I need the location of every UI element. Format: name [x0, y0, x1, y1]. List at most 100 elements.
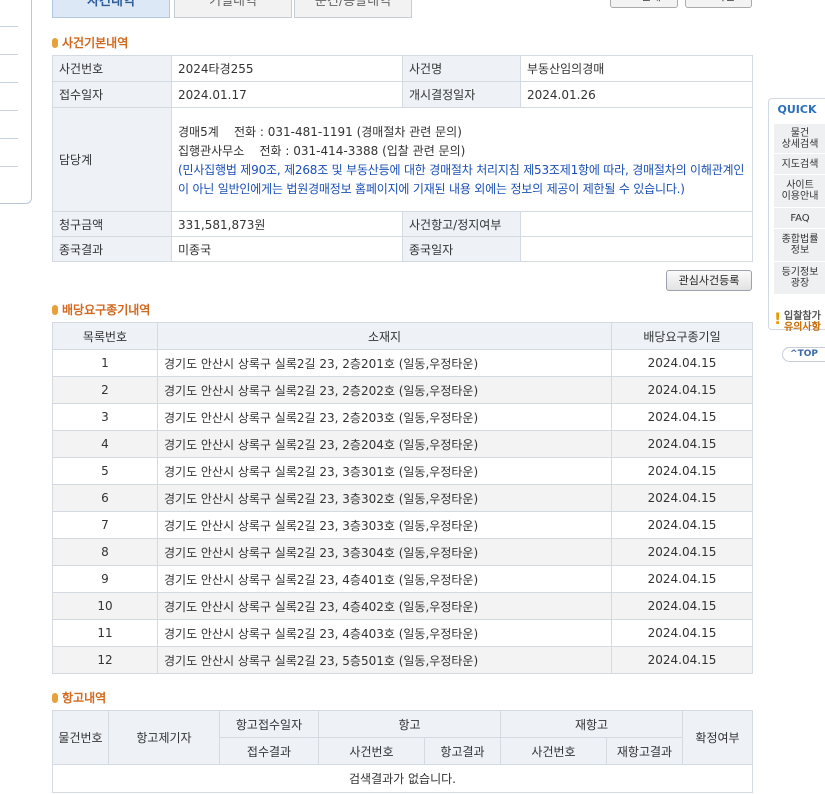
table-row: 5 경기도 안산시 상록구 실록2길 23, 3층301호 (일동,우정타운) 20… — [52, 457, 753, 485]
col-header-appeal-case-no: 사건번호 — [318, 737, 425, 765]
table-row: 8 경기도 안산시 상록구 실록2길 23, 3층304호 (일동,우정타운) 20… — [52, 538, 753, 566]
table-row: 3 경기도 안산시 상록구 실록2길 23, 2층203호 (일동,우정타운) 20… — [52, 403, 753, 431]
final-result-label: 종국결과 — [52, 236, 172, 262]
deadline: 2024.04.15 — [611, 646, 753, 674]
list-no: 2 — [52, 376, 158, 404]
list-no: 8 — [52, 538, 158, 566]
received-date-label: 접수일자 — [52, 81, 172, 108]
quick-item-legal-info[interactable]: 종합법률 정보 — [774, 229, 825, 262]
list-no: 7 — [52, 511, 158, 539]
col-header-receipt-date: 항고접수일자 — [219, 710, 319, 738]
nav-divider — [0, 82, 18, 83]
info-restriction-notice: (민사집행법 제90조, 제268조 및 부동산등에 대한 경매절차 처리지침 … — [178, 162, 745, 196]
case-name-value: 부동산임의경매 — [520, 55, 753, 82]
col-header-deadline: 배당요구종기일 — [611, 322, 753, 350]
col-header-receipt-result: 접수결과 — [219, 737, 319, 765]
dept-label: 담당계 — [52, 107, 172, 212]
nav-divider — [0, 166, 18, 167]
list-no: 10 — [52, 592, 158, 620]
dividend-table: 목록번호 소재지 배당요구종기일 1 경기도 안산시 상록구 실록2길 23, 2… — [52, 322, 753, 674]
exclamation-icon: ! — [774, 309, 782, 328]
section-title-text: 배당요구종기내역 — [62, 303, 151, 317]
section-title-dividend: 배당요구종기내역 — [52, 302, 150, 318]
quick-menu: QUICK 물건 상세검색 지도검색 사이트 이용안내 FAQ 종합법률 정보 … — [768, 98, 825, 330]
address: 경기도 안산시 상록구 실록2길 23, 2층204호 (일동,우정타운) — [157, 430, 612, 458]
bullet-icon — [52, 693, 58, 703]
notice-line-2: 유의사항 — [784, 322, 821, 333]
back-label: 이전 — [715, 0, 735, 3]
register-interest-button[interactable]: 관심사건등록 — [666, 270, 752, 291]
nav-divider — [0, 110, 18, 111]
deadline: 2024.04.15 — [611, 592, 753, 620]
tab-schedule[interactable]: 기일내역 — [174, 0, 292, 18]
tab-documents[interactable]: 문건/송달내역 — [294, 0, 412, 18]
final-date-value — [520, 236, 753, 262]
table-row: 12 경기도 안산시 상록구 실록2길 23, 5층501호 (일동,우정타운) 2… — [52, 646, 753, 674]
col-header-reappeal-case-no: 사건번호 — [500, 737, 607, 765]
section-title-text: 사건기본내역 — [62, 36, 129, 50]
deadline: 2024.04.15 — [611, 376, 753, 404]
final-date-label: 종국일자 — [402, 236, 521, 262]
start-date-label: 개시결정일자 — [402, 81, 521, 108]
address: 경기도 안산시 상록구 실록2길 23, 3층304호 (일동,우정타운) — [157, 538, 612, 566]
col-header-appeal-result: 항고결과 — [424, 737, 501, 765]
case-no-value: 2024타경255 — [171, 55, 403, 82]
start-date-value: 2024.01.26 — [520, 81, 753, 108]
address: 경기도 안산시 상록구 실록2길 23, 4층403호 (일동,우정타운) — [157, 619, 612, 647]
list-no: 5 — [52, 457, 158, 485]
quick-item-site-guide[interactable]: 사이트 이용안내 — [774, 175, 825, 208]
case-info-table: 사건번호 2024타경255 사건명 부동산임의경매 접수일자 2024.01.… — [52, 55, 753, 262]
dept-value: 경매5계 전화 : 031-481-1191 (경매절차 관련 문의) 집행관사… — [171, 107, 753, 212]
address: 경기도 안산시 상록구 실록2길 23, 5층501호 (일동,우정타운) — [157, 646, 612, 674]
scroll-top-button[interactable]: ^TOP — [782, 347, 825, 362]
table-row: 4 경기도 안산시 상록구 실록2길 23, 2층204호 (일동,우정타운) 20… — [52, 430, 753, 458]
address: 경기도 안산시 상록구 실록2길 23, 2층202호 (일동,우정타운) — [157, 376, 612, 404]
case-name-label: 사건명 — [402, 55, 521, 82]
table-row: 9 경기도 안산시 상록구 실록2길 23, 4층401호 (일동,우정타운) 20… — [52, 565, 753, 593]
col-header-reappeal-result: 재항고결과 — [606, 737, 683, 765]
table-row: 11 경기도 안산시 상록구 실록2길 23, 4층403호 (일동,우정타운) 2… — [52, 619, 753, 647]
quick-item-detail-search[interactable]: 물건 상세검색 — [774, 124, 825, 154]
deadline: 2024.04.15 — [611, 349, 753, 377]
list-no: 9 — [52, 565, 158, 593]
nav-divider — [0, 54, 18, 55]
back-button[interactable]: ↰ 이전 — [685, 0, 752, 8]
section-title-case-info: 사건기본내역 — [52, 35, 128, 51]
address: 경기도 안산시 상록구 실록2길 23, 4층401호 (일동,우정타운) — [157, 565, 612, 593]
section-title-text: 항고내역 — [62, 691, 107, 705]
claim-amount-value: 331,581,873원 — [171, 211, 403, 237]
quick-item-faq[interactable]: FAQ — [774, 208, 825, 229]
print-button[interactable]: ▭ 인쇄 — [610, 0, 678, 8]
address: 경기도 안산시 상록구 실록2길 23, 2층203호 (일동,우정타운) — [157, 403, 612, 431]
caret-up-icon: ^ — [790, 349, 798, 359]
deadline: 2024.04.15 — [611, 619, 753, 647]
col-header-appellant: 항고제기자 — [108, 710, 220, 765]
bullet-icon — [52, 38, 58, 48]
quick-item-registry[interactable]: 등기정보 광장 — [774, 262, 825, 295]
table-row: 10 경기도 안산시 상록구 실록2길 23, 4층402호 (일동,우정타운) 2… — [52, 592, 753, 620]
section-title-appeal: 항고내역 — [52, 690, 106, 706]
deadline: 2024.04.15 — [611, 484, 753, 512]
address: 경기도 안산시 상록구 실록2길 23, 3층303호 (일동,우정타운) — [157, 511, 612, 539]
appeal-status-value — [520, 211, 753, 237]
tab-case-details[interactable]: 사건내역 — [52, 0, 170, 18]
deadline: 2024.04.15 — [611, 457, 753, 485]
tab-bar: 사건내역 기일내역 문건/송달내역 ▭ 인쇄 ↰ 이전 — [52, 0, 752, 18]
bidding-notice-link[interactable]: ! 입찰참가 유의사항 — [774, 309, 825, 339]
list-no: 6 — [52, 484, 158, 512]
col-header-confirmed: 확정여부 — [682, 710, 753, 765]
printer-icon: ▭ — [627, 0, 641, 3]
address: 경기도 안산시 상록구 실록2길 23, 3층302호 (일동,우정타운) — [157, 484, 612, 512]
col-header-appeal: 항고 — [318, 710, 501, 738]
print-label: 인쇄 — [641, 0, 661, 3]
list-no: 12 — [52, 646, 158, 674]
deadline: 2024.04.15 — [611, 565, 753, 593]
list-no: 1 — [52, 349, 158, 377]
received-date-value: 2024.01.17 — [171, 81, 403, 108]
quick-item-map-search[interactable]: 지도검색 — [774, 154, 825, 175]
col-header-reappeal: 재항고 — [500, 710, 683, 738]
address: 경기도 안산시 상록구 실록2길 23, 2층201호 (일동,우정타운) — [157, 349, 612, 377]
back-arrow-icon: ↰ — [702, 0, 715, 3]
top-label: TOP — [797, 349, 818, 359]
notice-line-1: 입찰참가 — [784, 311, 821, 322]
